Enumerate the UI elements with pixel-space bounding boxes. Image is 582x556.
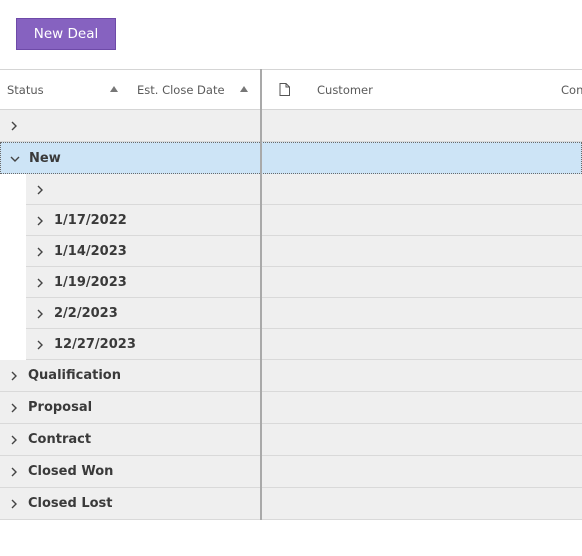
group-row[interactable]: New <box>0 142 582 174</box>
group-row[interactable]: Qualification <box>0 360 582 392</box>
subgroup-label: 1/19/2023 <box>54 274 127 290</box>
column-header-est-close-date[interactable]: Est. Close Date <box>137 70 225 109</box>
column-header-customer[interactable]: Customer <box>317 70 373 109</box>
subgroup-label: 1/17/2022 <box>54 212 127 228</box>
group-label: Closed Won <box>28 464 114 479</box>
chevron-right-icon[interactable] <box>35 308 45 319</box>
subgroup-row[interactable]: 1/14/2023 <box>26 236 582 267</box>
subgroup-row[interactable]: 2/2/2023 <box>26 298 582 329</box>
subgroup-label: 2/2/2023 <box>54 305 118 321</box>
subgroup-row[interactable] <box>26 174 582 205</box>
grid-header: Status Est. Close Date Customer Con <box>0 69 582 110</box>
chevron-right-icon[interactable] <box>9 466 19 477</box>
group-row[interactable]: Closed Lost <box>0 488 582 520</box>
sort-ascending-icon[interactable] <box>240 86 248 92</box>
group-label: New <box>29 150 61 166</box>
chevron-right-icon[interactable] <box>9 120 19 131</box>
group-row[interactable]: Contract <box>0 424 582 456</box>
subgroup-row[interactable]: 1/19/2023 <box>26 267 582 298</box>
chevron-right-icon[interactable] <box>9 402 19 413</box>
column-header-partial[interactable]: Con <box>561 70 582 109</box>
sort-ascending-icon[interactable] <box>110 86 118 92</box>
chevron-right-icon[interactable] <box>35 215 45 226</box>
group-label: Closed Lost <box>28 496 113 511</box>
chevron-right-icon[interactable] <box>35 277 45 288</box>
group-label: Proposal <box>28 400 93 415</box>
column-header-status[interactable]: Status <box>7 70 44 109</box>
deals-grid: Status Est. Close Date Customer Con New 1… <box>0 69 582 520</box>
subgroup-row[interactable]: 12/27/2023 <box>26 329 582 360</box>
subgroup-row[interactable]: 1/17/2022 <box>26 205 582 236</box>
new-deal-button[interactable]: New Deal <box>16 18 116 50</box>
chevron-right-icon[interactable] <box>9 434 19 445</box>
subgroup-block: 1/17/2022 1/14/2023 1/19/2023 2/2/2023 12/27… <box>0 174 582 360</box>
group-row[interactable]: Closed Won <box>0 456 582 488</box>
chevron-right-icon[interactable] <box>9 370 19 381</box>
pane-splitter[interactable] <box>260 69 262 520</box>
document-icon[interactable] <box>279 83 290 96</box>
chevron-right-icon[interactable] <box>35 246 45 257</box>
subgroup-label: 1/14/2023 <box>54 243 127 259</box>
group-label: Qualification <box>28 368 121 383</box>
chevron-right-icon[interactable] <box>9 498 19 509</box>
chevron-right-icon[interactable] <box>35 184 45 195</box>
chevron-down-icon[interactable] <box>10 153 20 163</box>
subgroup-label: 12/27/2023 <box>54 336 136 352</box>
group-label: Contract <box>28 432 92 447</box>
chevron-right-icon[interactable] <box>35 339 45 350</box>
group-row[interactable]: Proposal <box>0 392 582 424</box>
grid-rows: New 1/17/2022 1/14/2023 1/19/2023 2/2/2023 12… <box>0 110 582 520</box>
group-row[interactable] <box>0 110 582 142</box>
